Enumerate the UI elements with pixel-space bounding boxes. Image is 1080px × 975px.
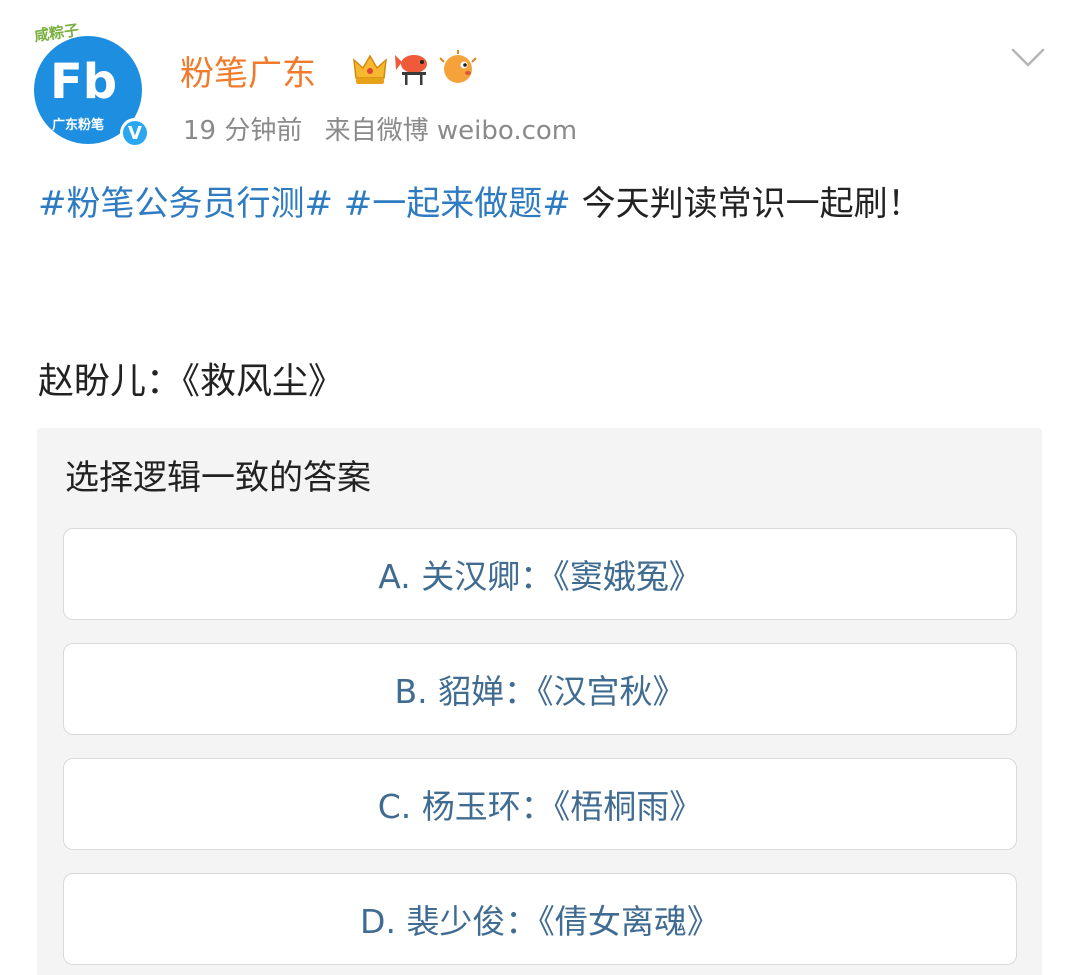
poll-option-a[interactable]: A. 关汉卿：《窦娥冤》 <box>63 528 1017 620</box>
poll-option-b[interactable]: B. 貂婵：《汉宫秋》 <box>63 643 1017 735</box>
post-body-text: 今天判读常识一起刷！ <box>570 184 922 224</box>
poll-option-d[interactable]: D. 裴少俊：《倩女离魂》 <box>63 873 1017 965</box>
post-time: 19 分钟前 <box>183 116 303 146</box>
post-meta: 19 分钟前 来自微博 weibo.com <box>183 110 591 147</box>
user-badges <box>350 50 478 88</box>
verified-icon: V <box>120 118 150 148</box>
hashtag-link-1[interactable]: #粉笔公务员行测# <box>38 184 333 224</box>
post-source[interactable]: 来自微博 weibo.com <box>325 116 578 146</box>
question-subtitle: 赵盼儿：《救风尘》 <box>38 361 345 402</box>
avatar[interactable]: Fb 广东粉笔 咸粽子 V <box>33 21 150 150</box>
chevron-down-icon[interactable] <box>1010 46 1046 70</box>
koi-fish-icon[interactable] <box>394 50 434 88</box>
avatar-caption: 广东粉笔 <box>52 118 105 133</box>
fb-logo-icon: Fb <box>50 54 117 104</box>
weibo-post: Fb 广东粉笔 咸粽子 V 粉笔广东 19 分钟前 来自微博 weibo.com… <box>0 0 1080 975</box>
username[interactable]: 粉笔广东 <box>180 46 316 95</box>
poll-title: 选择逻辑一致的答案 <box>65 458 371 498</box>
poll-option-c[interactable]: C. 杨玉环：《梧桐雨》 <box>63 758 1017 850</box>
pufferfish-icon[interactable] <box>438 50 478 88</box>
crown-icon[interactable] <box>350 50 390 88</box>
post-text: #粉笔公务员行测# #一起来做题# 今天判读常识一起刷！ <box>38 176 1043 232</box>
poll-card: 选择逻辑一致的答案 A. 关汉卿：《窦娥冤》 B. 貂婵：《汉宫秋》 C. 杨玉… <box>37 428 1042 975</box>
hashtag-link-2[interactable]: #一起来做题# <box>344 184 571 224</box>
svg-text:Fb: Fb <box>50 54 117 104</box>
